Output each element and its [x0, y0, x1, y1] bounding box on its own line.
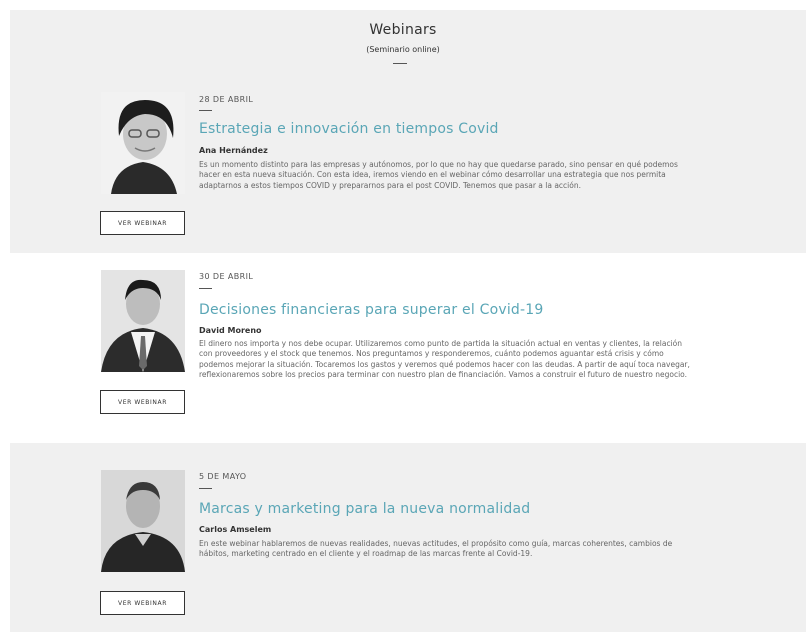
view-webinar-button-2[interactable]: VER WEBINAR: [100, 390, 185, 414]
webinar-title-2[interactable]: Decisiones financieras para superar el C…: [199, 302, 543, 318]
date-divider-3: [199, 488, 212, 489]
webinar-speaker-1: Ana Hernández: [199, 146, 268, 155]
speaker-photo-ana: [101, 92, 185, 194]
date-divider-1: [199, 110, 212, 111]
view-webinar-button-3[interactable]: VER WEBINAR: [100, 591, 185, 615]
webinar-date-3: 5 DE MAYO: [199, 472, 247, 481]
webinar-speaker-3: Carlos Amselem: [199, 525, 272, 534]
speaker-photo-carlos: [101, 470, 185, 572]
page-subtitle: (Seminario online): [366, 45, 440, 54]
page-title: Webinars: [369, 22, 437, 38]
webinar-description-3: En este webinar hablaremos de nuevas rea…: [199, 539, 673, 559]
webinar-description-1: Es un momento distinto para las empresas…: [199, 160, 678, 190]
webinar-title-3[interactable]: Marcas y marketing para la nueva normali…: [199, 501, 530, 517]
webinar-description-2: El dinero nos importa y nos debe ocupar.…: [199, 339, 690, 380]
webinar-title-1[interactable]: Estrategia e innovación en tiempos Covid: [199, 121, 499, 137]
title-divider: [393, 63, 407, 64]
speaker-photo-david: [101, 270, 185, 372]
webinar-date-1: 28 DE ABRIL: [199, 95, 254, 104]
webinar-date-2: 30 DE ABRIL: [199, 272, 254, 281]
view-webinar-button-1[interactable]: VER WEBINAR: [100, 211, 185, 235]
date-divider-2: [199, 288, 212, 289]
webinar-speaker-2: David Moreno: [199, 326, 262, 335]
